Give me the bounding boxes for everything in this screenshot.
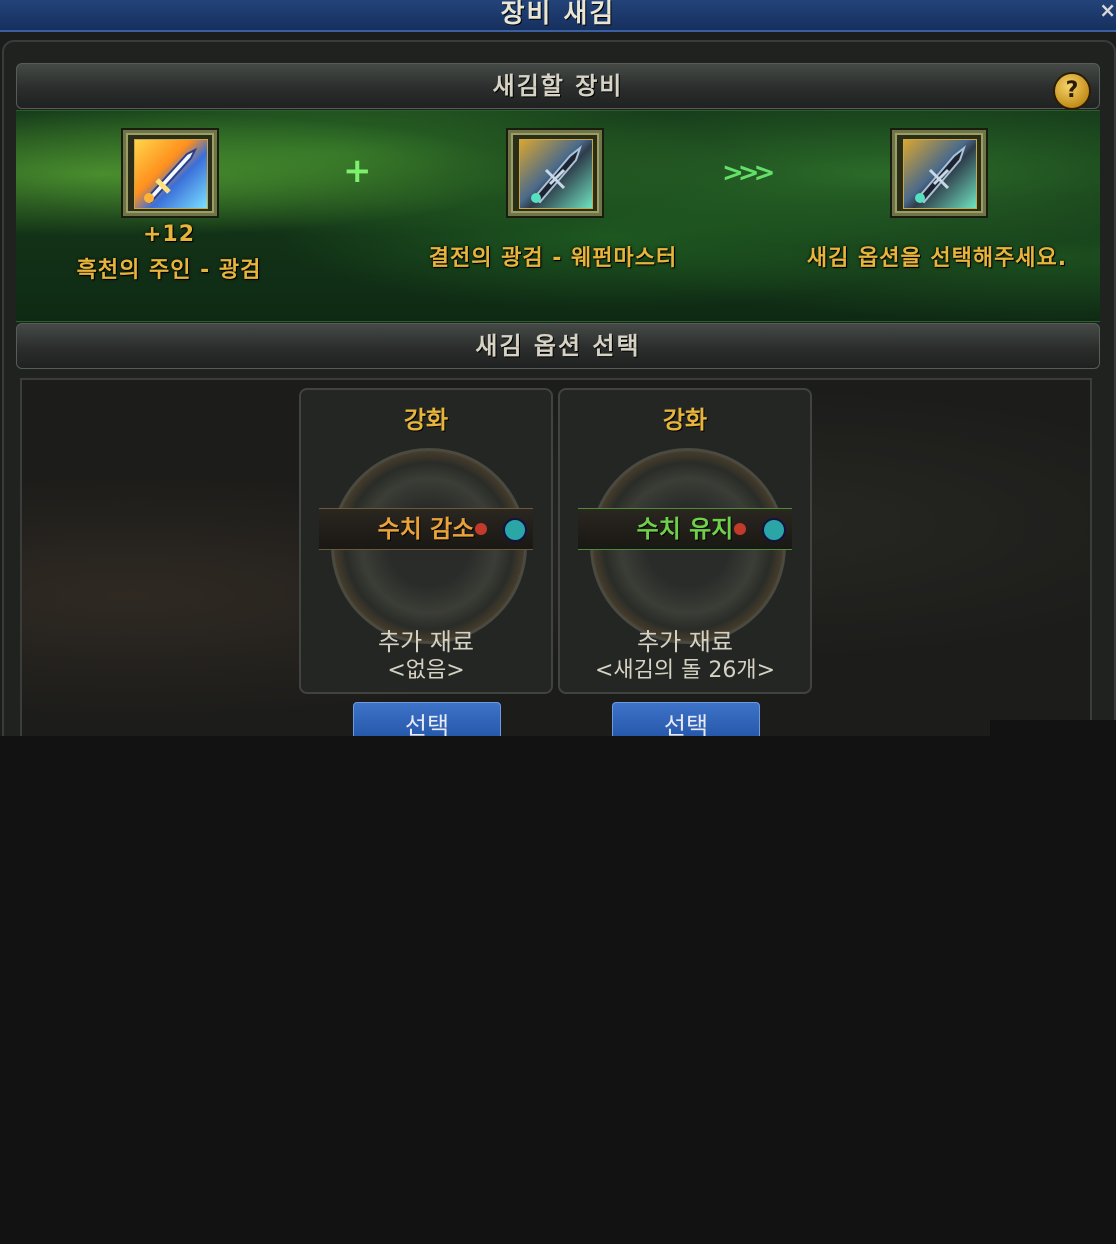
- option-card-maintain[interactable]: 강화 수치 유지 추가 재료 <새김의 돌 26개>: [558, 388, 812, 694]
- teal-gem-icon: [762, 518, 786, 542]
- sword-icon: [134, 139, 208, 209]
- option-status: 수치 유지: [578, 508, 792, 550]
- arrow-right-icon: >>>: [722, 158, 775, 188]
- close-icon[interactable]: ×: [1099, 0, 1116, 22]
- help-icon[interactable]: ?: [1053, 72, 1091, 110]
- window-title: 장비 새김: [500, 0, 616, 29]
- red-gem-icon: [734, 523, 746, 535]
- engrave-window: 장비 새김 × 새김할 장비 ? +12 흑천의 주인 - 광검 + 결전의 광…: [0, 0, 1116, 736]
- select-maintain-button[interactable]: 선택: [612, 702, 760, 736]
- engrave-equipment-header: 새김할 장비: [16, 63, 1100, 109]
- source-item-name: 흑천의 주인 - 광검: [76, 258, 262, 283]
- dark-sword-icon: [519, 139, 593, 209]
- source-item-enhance-level: +12: [142, 222, 196, 247]
- extra-material-value: <새김의 돌 26개>: [594, 658, 776, 683]
- red-gem-icon: [475, 523, 487, 535]
- select-decrease-button[interactable]: 선택: [353, 702, 501, 736]
- material-item-name: 결전의 광검 - 웨펀마스터: [428, 246, 678, 271]
- extra-material-value: <없음>: [387, 658, 465, 683]
- option-card-decrease[interactable]: 강화 수치 감소 추가 재료 <없음>: [299, 388, 553, 694]
- option-card-title: 강화: [403, 406, 449, 434]
- result-item-slot[interactable]: [892, 130, 986, 216]
- option-card-title: 강화: [662, 406, 708, 434]
- source-item-slot[interactable]: [123, 130, 217, 216]
- result-item-prompt: 새김 옵션을 선택해주세요.: [806, 246, 1068, 271]
- blank-area: [0, 736, 1116, 1244]
- teal-gem-icon: [503, 518, 527, 542]
- plus-icon: +: [343, 151, 372, 191]
- option-status: 수치 감소: [319, 508, 533, 550]
- window-titlebar: 장비 새김 ×: [0, 0, 1116, 32]
- result-sword-icon: [903, 139, 977, 209]
- options-area: [20, 378, 1092, 736]
- material-item-slot[interactable]: [508, 130, 602, 216]
- engrave-option-header: 새김 옵션 선택: [16, 323, 1100, 369]
- blank-area: [990, 720, 1116, 736]
